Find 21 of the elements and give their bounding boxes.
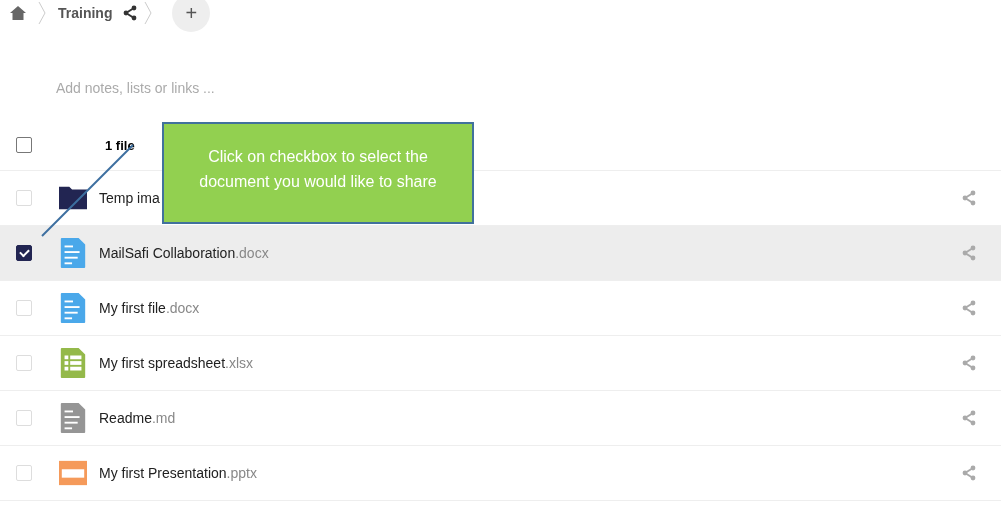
presentation-icon bbox=[59, 458, 87, 488]
spreadsheet-icon bbox=[59, 348, 87, 378]
breadcrumb-folder[interactable]: Training bbox=[58, 5, 113, 21]
checkbox[interactable] bbox=[16, 245, 32, 261]
file-count: 1 file bbox=[105, 137, 135, 153]
share-icon[interactable] bbox=[122, 5, 139, 21]
file-name[interactable]: My first spreadsheet.xlsx bbox=[99, 355, 254, 371]
home-icon[interactable] bbox=[10, 6, 26, 20]
document-icon bbox=[59, 238, 87, 268]
file-name[interactable]: Readme.md bbox=[99, 410, 176, 426]
select-all-checkbox[interactable] bbox=[16, 137, 32, 153]
file-name[interactable]: My first file.docx bbox=[99, 300, 200, 316]
chevron-icon bbox=[144, 1, 153, 25]
document-icon bbox=[59, 293, 87, 323]
file-name[interactable]: Temp ima bbox=[99, 190, 160, 206]
add-button[interactable]: + bbox=[172, 0, 211, 32]
callout-box: Click on checkbox to select the document you would like to share bbox=[162, 122, 474, 224]
document-icon bbox=[59, 403, 87, 433]
chevron-icon bbox=[38, 1, 46, 25]
file-name[interactable]: MailSafi Collaboration.docx bbox=[99, 245, 269, 261]
file-name[interactable]: My first Presentation.pptx bbox=[99, 465, 257, 481]
